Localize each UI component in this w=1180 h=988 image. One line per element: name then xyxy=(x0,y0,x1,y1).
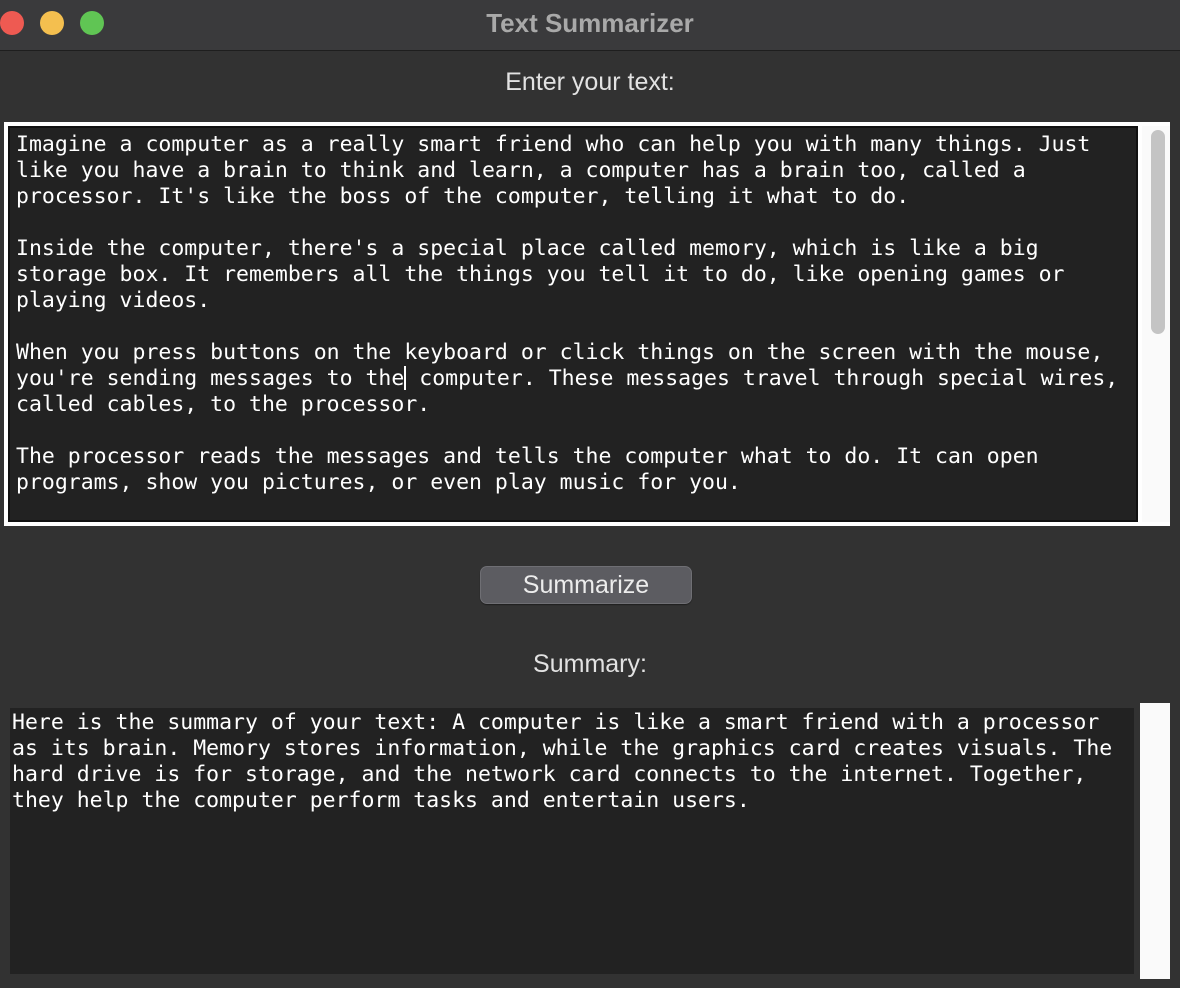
input-label: Enter your text: xyxy=(505,68,675,96)
window-title: Text Summarizer xyxy=(486,8,694,38)
input-paragraph: Inside the computer, there's a special p… xyxy=(16,236,1130,314)
input-paragraph: Inside the computer, there's a special p… xyxy=(16,236,1078,313)
input-frame: Imagine a computer as a really smart fri… xyxy=(4,122,1170,526)
input-paragraph: The processor reads the messages and tel… xyxy=(16,444,1052,495)
input-paragraph: When you press buttons on the keyboard o… xyxy=(16,340,1130,418)
input-scrollbar-thumb[interactable] xyxy=(1151,130,1165,334)
input-paragraph: Imagine a computer as a really smart fri… xyxy=(16,132,1104,209)
summarize-button[interactable]: Summarize xyxy=(480,566,692,604)
summary-label: Summary: xyxy=(533,650,647,678)
summary-textarea[interactable]: Here is the summary of your text: A comp… xyxy=(10,708,1134,974)
summary-scrollbar[interactable] xyxy=(1140,703,1170,979)
title-bar: Text Summarizer xyxy=(0,0,1180,51)
app-window: Text Summarizer Enter your text: Imagine… xyxy=(0,0,1180,988)
input-scrollbar[interactable] xyxy=(1142,126,1170,522)
input-textarea[interactable]: Imagine a computer as a really smart fri… xyxy=(8,126,1138,522)
